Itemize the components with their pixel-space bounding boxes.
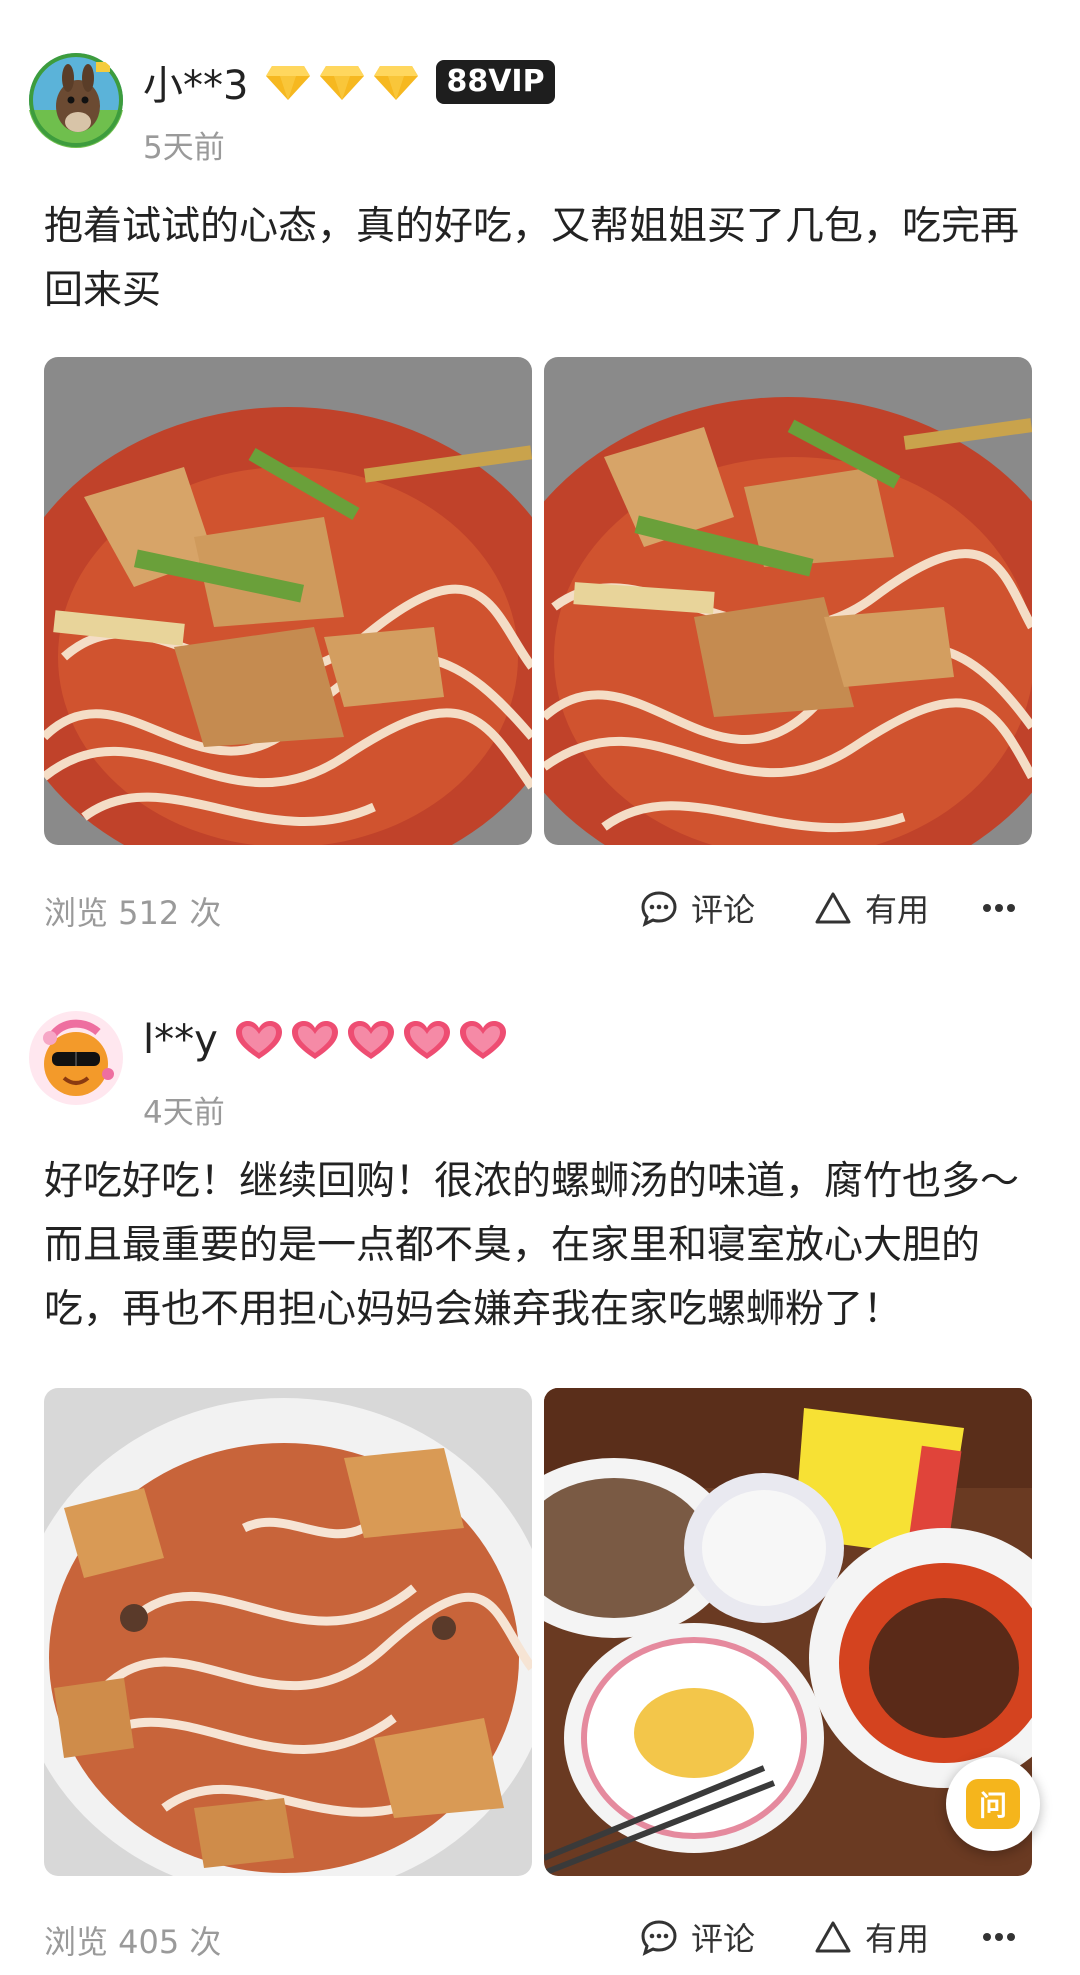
useful-label: 有用	[865, 1920, 930, 1958]
user-info: l**y	[143, 1010, 508, 1070]
review-footer: 浏览 512 次 评论 有用	[44, 878, 1024, 938]
pink-heart-icon	[347, 1021, 394, 1059]
comment-label: 评论	[691, 891, 756, 929]
review-time: 5天前	[143, 130, 225, 166]
comment-icon	[641, 1920, 677, 1956]
pink-heart-icon	[235, 1021, 282, 1059]
review-text: 好吃好吃！继续回购！很浓的螺蛳汤的味道，腐竹也多～而且最重要的是一点都不臭，在家…	[44, 1159, 1020, 1332]
ask-label: 问	[978, 1789, 1007, 1822]
more-options-icon[interactable]	[979, 890, 1019, 926]
triangle-useful-icon	[815, 892, 851, 924]
ask-question-icon: 问	[966, 1779, 1020, 1829]
review-photo[interactable]	[44, 1388, 532, 1876]
comment-button[interactable]: 评论	[639, 1913, 755, 1961]
review-text: 抱着试试的心态，真的好吃，又帮姐姐买了几包，吃完再回来买	[44, 204, 1020, 313]
avatar[interactable]	[28, 52, 124, 148]
view-count: 浏览 405 次	[44, 1923, 222, 1961]
useful-button[interactable]: 有用	[813, 1913, 929, 1961]
ask-question-button[interactable]: 问	[946, 1757, 1040, 1851]
username[interactable]: 小**3	[143, 53, 248, 111]
pink-heart-icon	[291, 1021, 338, 1059]
review-time: 4天前	[143, 1095, 225, 1131]
review-card: l**y 4天前 好吃好吃！继续回购！很浓的螺蛳汤的味道，腐竹也多～而且最重要的…	[0, 975, 1080, 1975]
avatar[interactable]	[28, 1010, 124, 1106]
review-footer: 浏览 405 次 评论 有用	[44, 1907, 1024, 1967]
gold-diamond-icon	[266, 66, 311, 100]
pink-heart-icon	[459, 1021, 506, 1059]
gold-diamond-icon	[320, 66, 365, 100]
review-photo[interactable]	[544, 357, 1032, 845]
comment-button[interactable]: 评论	[639, 884, 755, 932]
review-card: 小**3 88VIP 5天前 抱着试试的心态，真的好吃，又帮姐姐买了几包，吃完再…	[0, 0, 1080, 975]
username[interactable]: l**y	[143, 1017, 218, 1063]
review-photo[interactable]	[44, 357, 532, 845]
vip-badge: 88VIP	[436, 60, 555, 104]
useful-label: 有用	[865, 891, 930, 929]
useful-button[interactable]: 有用	[813, 884, 929, 932]
view-count: 浏览 512 次	[44, 894, 222, 932]
user-info: 小**3 88VIP	[143, 52, 555, 112]
triangle-useful-icon	[815, 1921, 851, 1953]
gold-diamond-icon	[374, 66, 419, 100]
more-options-icon[interactable]	[979, 1919, 1019, 1955]
comment-label: 评论	[691, 1920, 756, 1958]
pink-heart-icon	[403, 1021, 450, 1059]
comment-icon	[641, 891, 677, 927]
